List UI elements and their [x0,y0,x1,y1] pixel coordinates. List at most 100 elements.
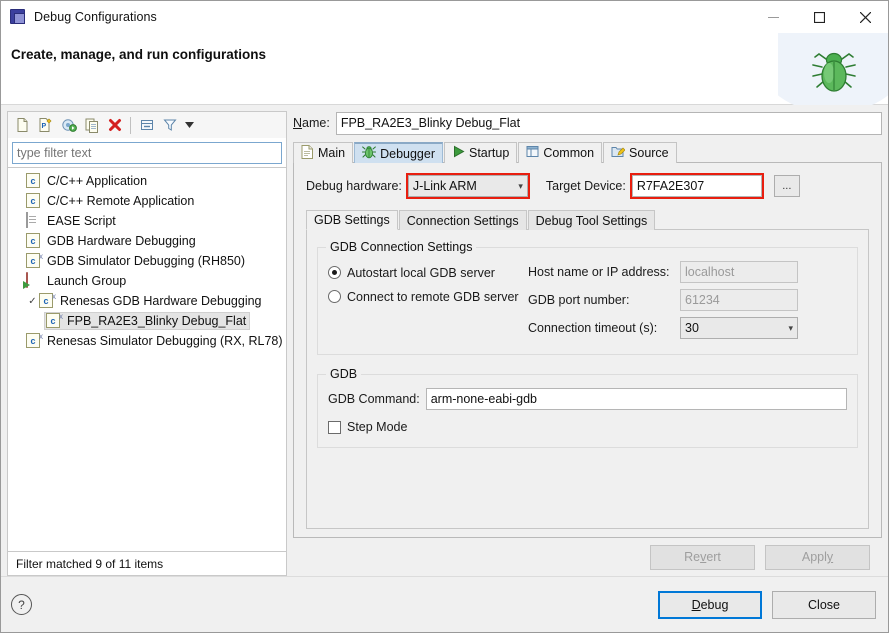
gdb-port-input[interactable]: 61234 [680,289,798,311]
filter-icon[interactable] [159,115,180,136]
revert-button[interactable]: Revert [650,545,755,570]
footer-buttons: Debug Close [658,591,876,619]
gdb-port-row: GDB port number: 61234 [528,288,847,312]
tab-main[interactable]: Main [293,142,353,163]
radio-connect-to-remote-gdb-server[interactable]: Connect to remote GDB server [328,286,528,307]
filter-input-wrapper [7,138,287,168]
tree-item-label: Renesas Simulator Debugging (RX, RL78) [47,334,283,348]
delete-configuration-icon[interactable] [104,115,125,136]
group-legend: GDB Connection Settings [326,240,476,254]
host-name-input[interactable]: localhost [680,261,798,283]
gdb-command-label: GDB Command: [328,392,420,406]
c-file-icon: c [26,233,42,249]
step-mode-checkbox-row[interactable]: Step Mode [328,417,847,437]
play-icon [452,145,465,161]
minimize-icon[interactable] [750,1,796,33]
tab-debugger[interactable]: Debugger [354,142,443,163]
close-button[interactable]: Close [772,591,876,619]
chevron-down-icon: ▾ [508,181,523,192]
filter-status-text: Filter matched 9 of 11 items [7,552,287,576]
chevron-down-icon: ▾ [788,323,793,334]
tab-startup[interactable]: Startup [444,142,517,163]
tree-item-renesas-simulator-debugging[interactable]: c Renesas Simulator Debugging (RX, RL78) [8,331,286,351]
tree-item-label: Launch Group [47,274,126,288]
connection-timeout-row: Connection timeout (s): 30 ▾ [528,316,847,340]
close-icon[interactable] [842,1,888,33]
duplicate-configuration-icon[interactable] [81,115,102,136]
tab-label: Source [629,146,669,160]
window-controls [750,1,888,33]
tab-source[interactable]: Source [603,142,677,163]
debugger-inner-tabs: GDB Settings Connection Settings Debug T… [306,209,869,230]
page-title: Create, manage, and run configurations [11,47,266,62]
gdb-group: GDB GDB Command: arm-none-eabi-gdb Step … [317,367,858,448]
c-file-icon: c [26,193,42,209]
bug-icon [362,145,376,162]
header-banner: Create, manage, and run configurations [1,33,888,105]
gdb-port-value: 61234 [685,293,720,307]
gdb-command-input[interactable]: arm-none-eabi-gdb [426,388,847,410]
document-icon [301,145,314,162]
target-device-value: R7FA2E307 [637,179,704,193]
configuration-name-input[interactable] [336,112,882,135]
tree-item-label: EASE Script [47,214,116,228]
collapse-all-icon[interactable] [136,115,157,136]
tree-item-fpb-ra2e3-blinky-debug-flat[interactable]: c FPB_RA2E3_Blinky Debug_Flat [8,311,286,331]
connection-timeout-select[interactable]: 30 ▾ [680,317,798,339]
tree-item-label: GDB Hardware Debugging [47,234,196,248]
configurations-panel: P [7,111,287,576]
tree-item-gdb-hardware-debugging[interactable]: c GDB Hardware Debugging [8,231,286,251]
host-name-label: Host name or IP address: [528,265,680,279]
configurations-tree[interactable]: c C/C++ Application c C/C++ Remote Appli… [7,168,287,552]
tab-common[interactable]: Common [518,142,602,163]
new-configuration-icon[interactable] [12,115,33,136]
tab-label: Startup [469,146,509,160]
radio-autostart-local-gdb-server[interactable]: Autostart local GDB server [328,262,528,283]
c-file-x-icon: c [46,313,62,329]
tree-item-renesas-gdb-hardware-debugging[interactable]: ✓ c Renesas GDB Hardware Debugging [8,291,286,311]
title-bar: Debug Configurations [1,1,888,33]
debug-hardware-select[interactable]: J-Link ARM ▾ [408,175,528,197]
new-launch-group-icon[interactable] [58,115,79,136]
debug-hardware-value: J-Link ARM [413,179,477,193]
tree-item-launch-group[interactable]: Launch Group [8,271,286,291]
gdb-settings-pane: GDB Connection Settings Autostart local … [306,230,869,529]
tree-item-label: C/C++ Remote Application [47,194,194,208]
debug-configurations-dialog: Debug Configurations Create, manage, and… [0,0,889,633]
help-icon[interactable]: ? [11,594,32,615]
inner-tab-debug-tool-settings[interactable]: Debug Tool Settings [528,210,656,230]
tab-label: Debugger [380,147,435,161]
tree-item-c-cpp-application[interactable]: c C/C++ Application [8,171,286,191]
launch-group-icon [26,273,42,289]
view-menu-caret-down-icon[interactable] [182,115,196,136]
dialog-footer: ? Debug Close [1,576,888,632]
script-icon [26,213,42,229]
debug-button[interactable]: Debug [658,591,762,619]
configuration-name-row: Name: [293,111,882,135]
tree-item-gdb-simulator-debugging[interactable]: c GDB Simulator Debugging (RH850) [8,251,286,271]
filter-input[interactable] [12,142,282,164]
chevron-down-icon[interactable]: ✓ [26,296,39,307]
tree-item-ease-script[interactable]: EASE Script [8,211,286,231]
dialog-body: P [1,105,888,576]
c-file-x-icon: c [26,253,42,269]
new-prototype-icon[interactable]: P [35,115,56,136]
toolbar-separator [130,117,131,134]
maximize-icon[interactable] [796,1,842,33]
debug-hardware-label: Debug hardware: [306,179,402,193]
apply-button[interactable]: Apply [765,545,870,570]
inner-tab-gdb-settings[interactable]: GDB Settings [306,210,398,230]
inner-tab-connection-settings[interactable]: Connection Settings [399,210,527,230]
tab-label: Main [318,146,345,160]
target-device-browse-button[interactable]: ... [774,175,800,197]
target-device-input[interactable]: R7FA2E307 [632,175,762,197]
gdb-command-value: arm-none-eabi-gdb [431,392,537,406]
source-edit-icon [611,145,625,161]
c-file-x-icon: c [26,333,42,349]
tree-item-c-cpp-remote-application[interactable]: c C/C++ Remote Application [8,191,286,211]
connection-timeout-label: Connection timeout (s): [528,321,680,335]
connection-timeout-value: 30 [685,321,699,335]
name-label: Name: [293,116,330,130]
tree-item-label: GDB Simulator Debugging (RH850) [47,254,245,268]
window-icon [526,145,539,161]
